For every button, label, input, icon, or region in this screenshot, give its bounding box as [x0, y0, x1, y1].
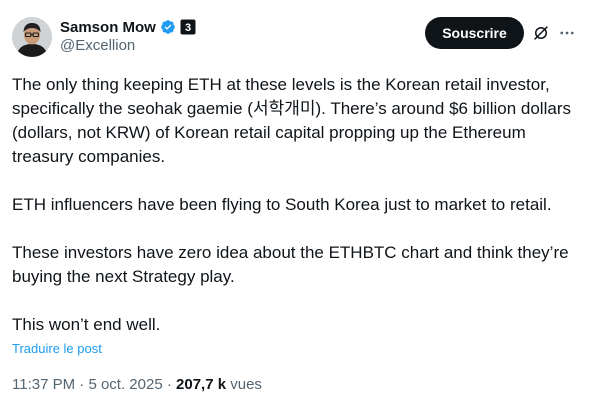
- tweet-time[interactable]: 11:37 PM: [12, 376, 75, 393]
- subscribe-button[interactable]: Souscrire: [425, 17, 524, 49]
- tweet-date[interactable]: 5 oct. 2025: [88, 376, 162, 393]
- tweet-meta: 11:37 PM · 5 oct. 2025 · 207,7 k vues: [12, 376, 262, 393]
- tweet-text: The only thing keeping ETH at these leve…: [12, 73, 582, 337]
- more-icon[interactable]: [556, 22, 578, 44]
- avatar[interactable]: [12, 17, 52, 57]
- grok-icon[interactable]: [530, 22, 552, 44]
- verified-badge-icon[interactable]: [160, 19, 176, 35]
- tweet-paragraph: The only thing keeping ETH at these leve…: [12, 75, 571, 166]
- tweet-paragraph: These investors have zero idea about the…: [12, 243, 569, 286]
- author-name-row: Samson Mow 3: [60, 17, 196, 37]
- tweet-card: Samson Mow 3 @Excellion Souscrire The on…: [0, 0, 592, 410]
- affiliate-badge-glyph: 3: [185, 22, 191, 34]
- author-name[interactable]: Samson Mow: [60, 19, 156, 36]
- meta-separator: ·: [166, 376, 172, 393]
- meta-separator: ·: [79, 376, 85, 393]
- views-count[interactable]: 207,7 k: [176, 376, 226, 393]
- affiliate-badge-icon[interactable]: 3: [180, 19, 196, 35]
- views-label: vues: [230, 376, 262, 393]
- avatar-image: [12, 17, 52, 57]
- tweet-paragraph: This won’t end well.: [12, 315, 161, 334]
- author-handle[interactable]: @Excellion: [60, 37, 135, 54]
- translate-post-link[interactable]: Traduire le post: [12, 341, 102, 356]
- tweet-paragraph: ETH influencers have been flying to Sout…: [12, 195, 552, 214]
